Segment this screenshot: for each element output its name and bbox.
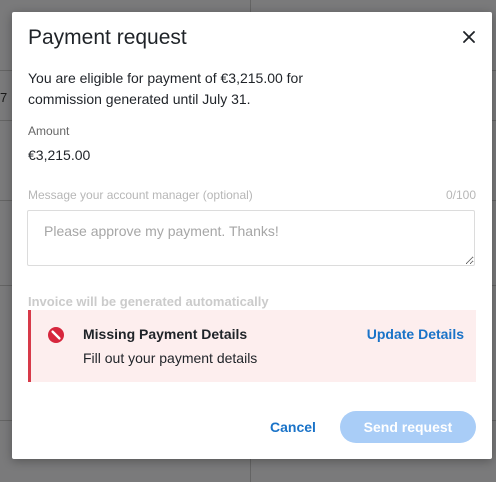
- cancel-button[interactable]: Cancel: [262, 412, 324, 442]
- payment-request-dialog: Payment request You are eligible for pay…: [12, 12, 492, 459]
- eligibility-text: You are eligible for payment of €3,215.0…: [28, 70, 304, 107]
- no-entry-icon: [48, 327, 64, 343]
- amount-label: Amount: [28, 124, 70, 138]
- close-icon: [463, 31, 475, 43]
- dialog-title: Payment request: [28, 26, 187, 49]
- update-details-link[interactable]: Update Details: [367, 326, 464, 342]
- missing-payment-alert: Missing Payment Details Fill out your pa…: [28, 310, 476, 382]
- message-label: Message your account manager (optional): [28, 188, 253, 202]
- invoice-note: Invoice will be generated automatically: [28, 294, 269, 309]
- alert-title: Missing Payment Details: [83, 326, 248, 342]
- amount-value: €3,215.00: [28, 147, 91, 163]
- close-button[interactable]: [460, 28, 478, 46]
- message-char-count: 0/100: [445, 188, 476, 202]
- send-request-button[interactable]: Send request: [340, 411, 476, 443]
- alert-text: Fill out your payment details: [83, 350, 258, 366]
- message-textarea[interactable]: [27, 210, 475, 266]
